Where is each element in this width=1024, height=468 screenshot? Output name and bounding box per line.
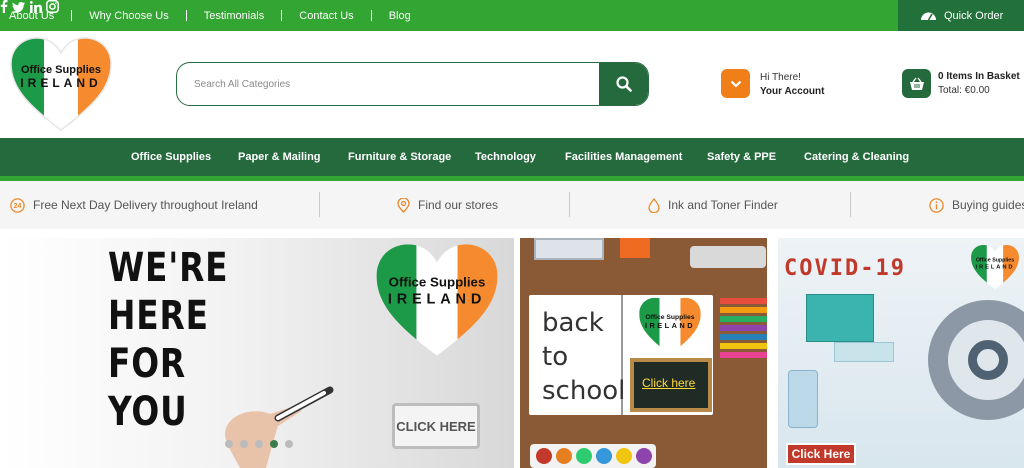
quick-order-button[interactable]: Quick Order bbox=[898, 0, 1024, 31]
info-buying-guides-label: Buying guides bbox=[952, 198, 1024, 212]
divider bbox=[569, 192, 570, 217]
logo-text-line2: IRELAND bbox=[20, 76, 101, 90]
search-bar bbox=[176, 62, 649, 106]
banner-back-to-school[interactable]: back to school Office Supplies IRELAND C… bbox=[520, 238, 767, 468]
covid-headline: COVID-19 bbox=[784, 256, 906, 281]
speedometer-icon bbox=[921, 12, 936, 21]
back-to-school-text: back to school bbox=[542, 306, 625, 408]
search-icon bbox=[615, 76, 632, 92]
top-link-contact-us[interactable]: Contact Us bbox=[299, 10, 353, 22]
account-dropdown-button[interactable] bbox=[721, 69, 750, 98]
info-icon bbox=[929, 197, 944, 213]
headline-line: WE'RE bbox=[108, 245, 229, 291]
divider bbox=[850, 192, 851, 217]
carousel-dots bbox=[225, 440, 300, 448]
divider bbox=[281, 10, 283, 21]
basket-icon bbox=[909, 77, 924, 90]
quick-order-label: Quick Order bbox=[944, 9, 1004, 22]
account-greeting: Hi There! bbox=[760, 72, 801, 83]
headline-line: HERE bbox=[108, 293, 209, 339]
divider bbox=[71, 10, 73, 21]
basket-summary[interactable]: 0 Items In Basket Total: €0.00 bbox=[938, 70, 1020, 98]
banner-main-logo: Office Supplies IRELAND bbox=[376, 244, 498, 356]
bts-line: back bbox=[542, 308, 604, 338]
mask-box-image bbox=[806, 294, 874, 342]
location-pin-icon bbox=[397, 197, 410, 213]
hand-pen-image bbox=[225, 386, 334, 468]
carousel-dot-active[interactable] bbox=[270, 440, 278, 448]
bts-line: to bbox=[542, 342, 569, 372]
calculator-image bbox=[534, 238, 604, 260]
logo-text-line1: Office Supplies bbox=[21, 64, 101, 76]
info-find-stores[interactable]: Find our stores bbox=[397, 181, 498, 229]
carousel-dot[interactable] bbox=[240, 440, 248, 448]
carousel-dot[interactable] bbox=[285, 440, 293, 448]
banner-logo-text: Office Supplies bbox=[645, 314, 694, 321]
face-mask-image bbox=[834, 342, 894, 362]
divider bbox=[185, 10, 187, 21]
chevron-down-icon bbox=[730, 80, 741, 88]
stapler-image bbox=[690, 246, 766, 268]
main-nav: Office Supplies Paper & Mailing Furnitur… bbox=[0, 138, 1024, 181]
bts-line: school bbox=[542, 376, 626, 406]
account-link[interactable]: Hi There! Your Account bbox=[760, 71, 824, 99]
info-find-stores-label: Find our stores bbox=[418, 198, 499, 212]
banner-logo-text: IRELAND bbox=[976, 264, 1015, 270]
basket-total: Total: €0.00 bbox=[938, 85, 990, 96]
pencils-image bbox=[720, 298, 767, 361]
sanitizer-bottle-image bbox=[788, 370, 818, 428]
top-link-about-us[interactable]: About Us bbox=[9, 10, 54, 22]
ink-drop-icon bbox=[648, 197, 660, 213]
nav-item-catering-cleaning[interactable]: Catering & Cleaning bbox=[804, 138, 909, 176]
banner-logo-text: Office Supplies bbox=[389, 275, 486, 290]
banner-school-cta[interactable]: Click here bbox=[642, 376, 695, 390]
nav-item-safety-ppe[interactable]: Safety & PPE bbox=[707, 138, 776, 176]
basket-items-count: 0 Items In Basket bbox=[938, 71, 1020, 82]
nav-item-facilities-management[interactable]: Facilities Management bbox=[565, 138, 682, 176]
banner-logo-text: Office Supplies bbox=[976, 258, 1014, 264]
nav-item-office-supplies[interactable]: Office Supplies bbox=[131, 138, 211, 176]
banner-logo-text: IRELAND bbox=[388, 292, 486, 308]
nav-item-technology[interactable]: Technology bbox=[475, 138, 536, 176]
banner-covid-cta[interactable]: Click Here bbox=[786, 443, 856, 465]
info-ink-toner[interactable]: Ink and Toner Finder bbox=[648, 181, 778, 229]
info-delivery[interactable]: 24 Free Next Day Delivery throughout Ire… bbox=[10, 181, 258, 229]
nav-item-furniture-storage[interactable]: Furniture & Storage bbox=[348, 138, 451, 176]
banner-covid-logo: Office Supplies IRELAND bbox=[971, 244, 1019, 290]
top-link-blog[interactable]: Blog bbox=[389, 10, 411, 22]
divider bbox=[319, 192, 320, 217]
site-logo[interactable]: Office Supplies IRELAND bbox=[9, 36, 113, 132]
info-ink-toner-label: Ink and Toner Finder bbox=[668, 198, 778, 212]
top-bar: About Us Why Choose Us Testimonials Cont… bbox=[0, 0, 1024, 31]
top-link-why-choose-us[interactable]: Why Choose Us bbox=[89, 10, 168, 22]
banner-logo-text: IRELAND bbox=[645, 321, 695, 330]
banner-main-cta[interactable]: CLICK HERE bbox=[392, 403, 480, 449]
account-label: Your Account bbox=[760, 86, 825, 97]
24-hour-icon: 24 bbox=[10, 197, 25, 213]
banner-covid[interactable]: COVID-19 Office Supplies IRELAND Click H… bbox=[778, 238, 1024, 468]
info-strip: 24 Free Next Day Delivery throughout Ire… bbox=[0, 181, 1024, 229]
stethoscope-image bbox=[928, 300, 1024, 420]
search-input[interactable] bbox=[177, 63, 601, 105]
paint-palette-image bbox=[530, 444, 656, 468]
top-links: About Us Why Choose Us Testimonials Cont… bbox=[9, 0, 411, 31]
nav-item-paper-mailing[interactable]: Paper & Mailing bbox=[238, 138, 321, 176]
divider bbox=[370, 10, 372, 21]
sharpener-image bbox=[620, 238, 650, 258]
chalkboard-image: Click here bbox=[630, 358, 712, 412]
info-buying-guides[interactable]: Buying guides bbox=[929, 181, 1024, 229]
banner-main[interactable]: WE'RE HERE FOR YOU Office Supplies IRELA… bbox=[0, 238, 514, 468]
banner-school-logo: Office Supplies IRELAND bbox=[639, 297, 701, 355]
basket-button[interactable] bbox=[902, 69, 931, 98]
carousel-dot[interactable] bbox=[225, 440, 233, 448]
top-link-testimonials[interactable]: Testimonials bbox=[204, 10, 265, 22]
info-delivery-label: Free Next Day Delivery throughout Irelan… bbox=[33, 198, 258, 212]
svg-text:24: 24 bbox=[14, 203, 22, 210]
search-button[interactable] bbox=[599, 63, 648, 105]
carousel-dot[interactable] bbox=[255, 440, 263, 448]
